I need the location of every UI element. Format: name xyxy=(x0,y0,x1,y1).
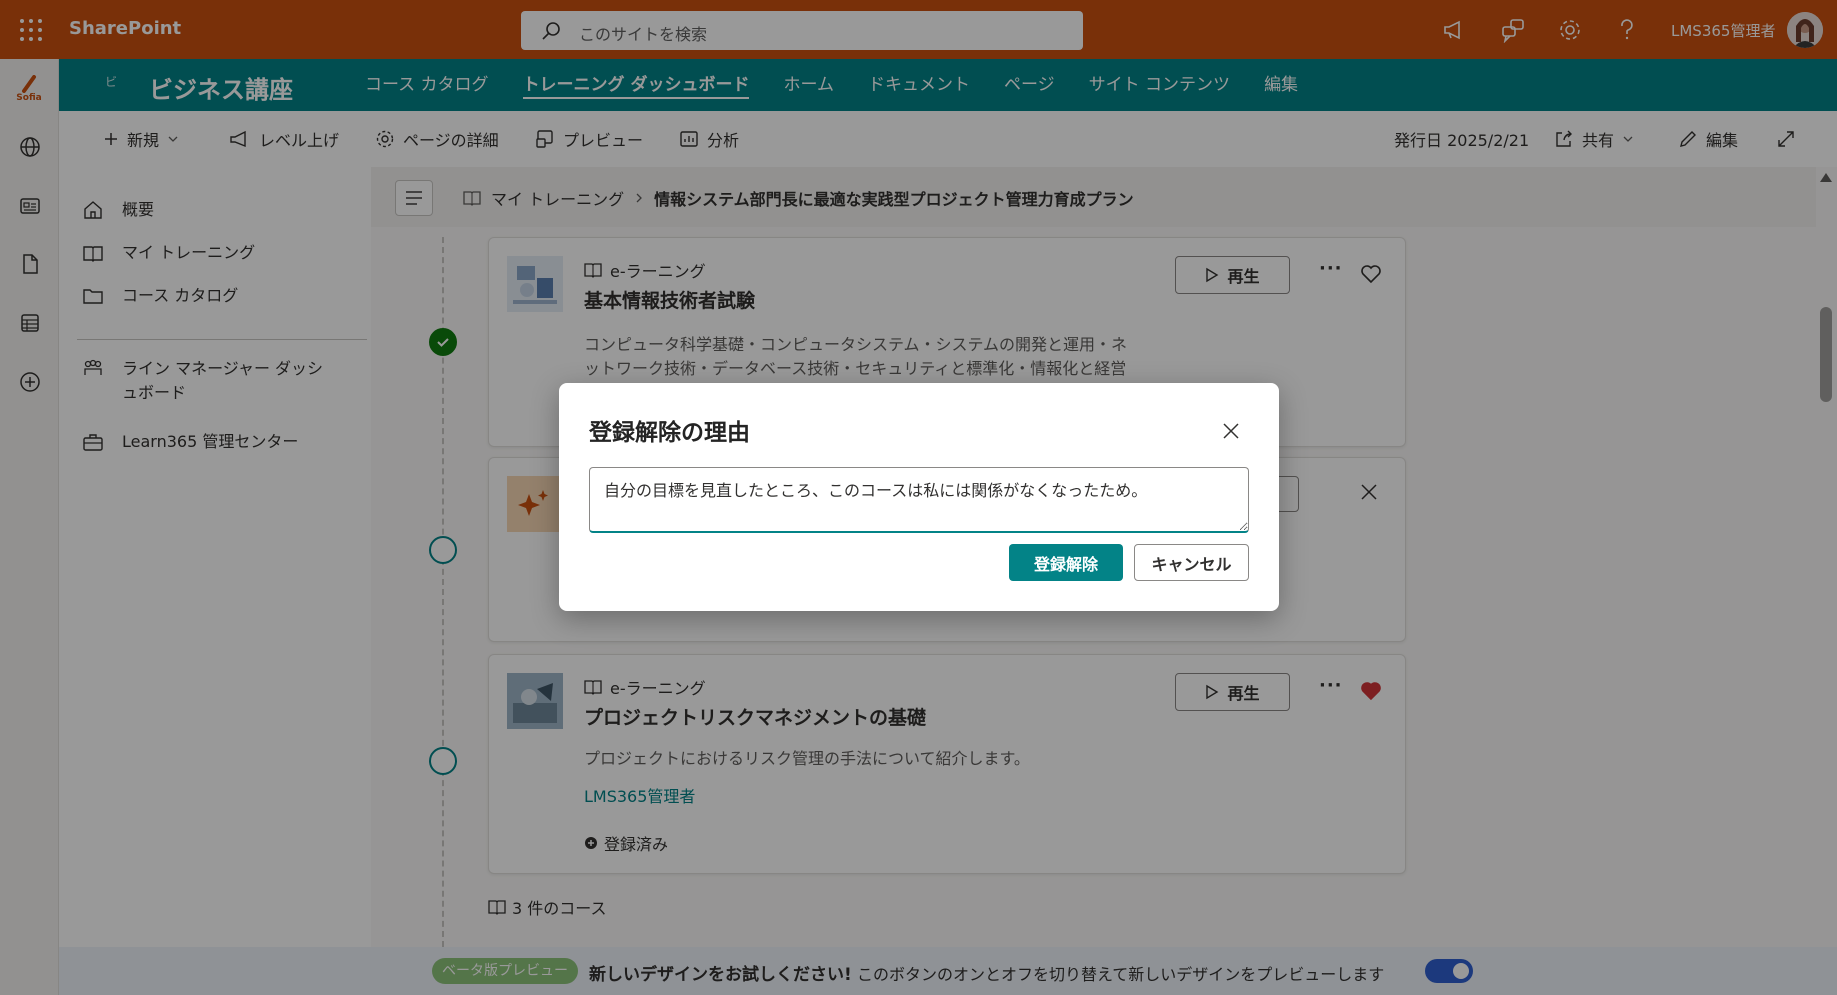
close-icon[interactable] xyxy=(1220,420,1242,442)
reason-textarea[interactable]: 自分の目標を見直したところ、このコースは私には関係がなくなったため。 xyxy=(589,467,1249,533)
cancel-button[interactable]: キャンセル xyxy=(1134,544,1249,581)
unenroll-reason-dialog: 登録解除の理由 自分の目標を見直したところ、このコースは私には関係がなくなったた… xyxy=(559,383,1279,611)
dialog-title: 登録解除の理由 xyxy=(589,420,750,446)
unenroll-button[interactable]: 登録解除 xyxy=(1009,544,1123,581)
